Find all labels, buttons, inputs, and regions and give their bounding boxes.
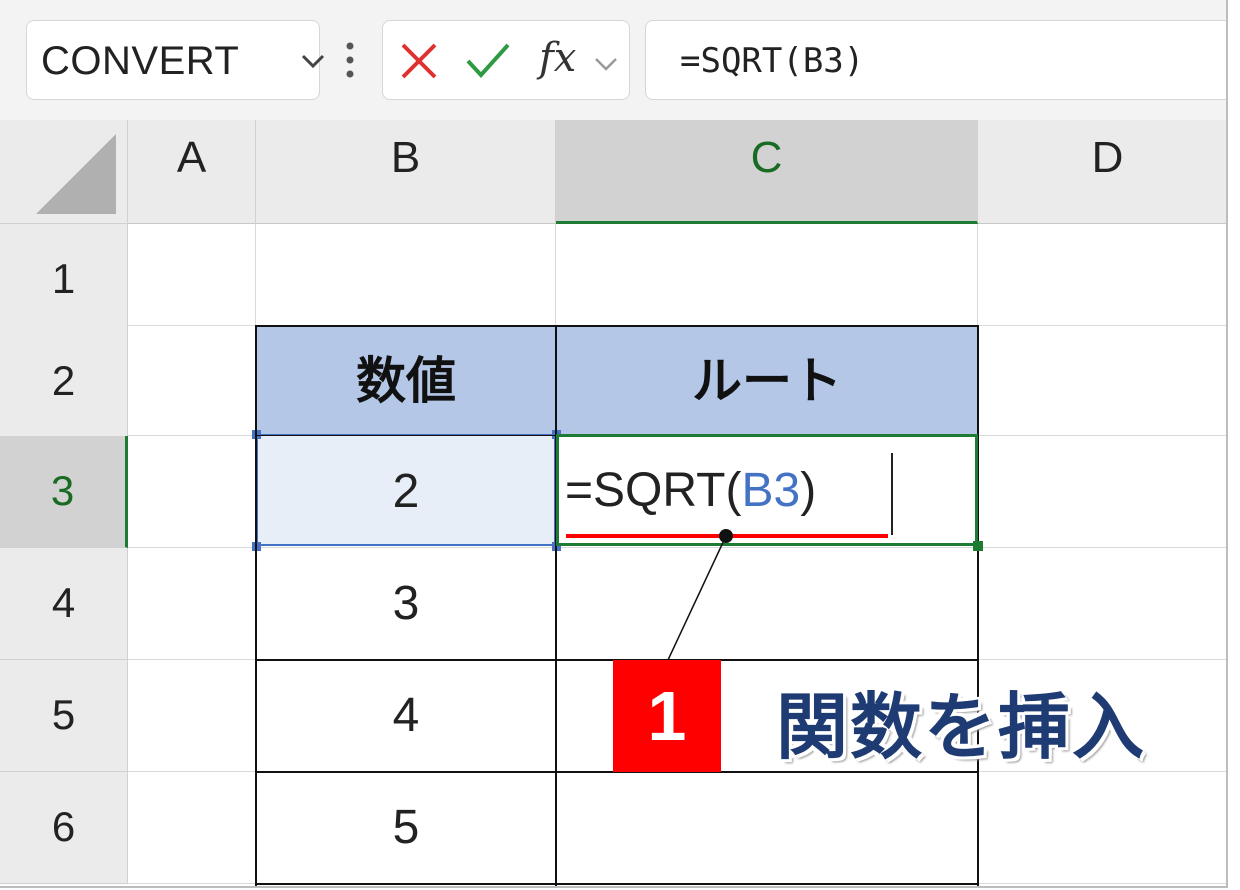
annotation-text: 関数を挿入	[776, 685, 1147, 769]
spreadsheet-window: CONVERT fx =SQRT(B3) A B C D 1 2 3 4 5 6…	[0, 0, 1228, 888]
step-number-badge: 1	[613, 660, 721, 772]
